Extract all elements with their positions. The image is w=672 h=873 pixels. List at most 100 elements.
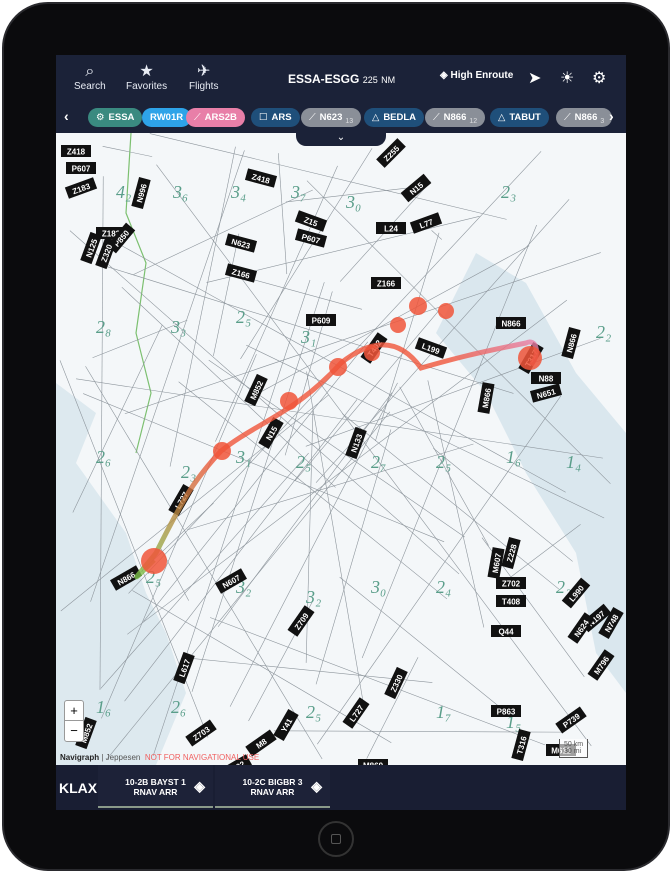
airway-label[interactable]: Z183: [64, 177, 98, 199]
map-canvas[interactable]: 4₂ 3₆ 3₄ 3₇ 3₀ 2₃ 2₈ 3₃ 2₅ 3₁ 2₆ 2₃ 3₁ 2₅ 2₇ 2₅ 1₆ 1₄ 2₅ 3₂…: [56, 132, 626, 810]
route-chip-bedla[interactable]: △ BEDLA: [364, 108, 425, 127]
airway-label[interactable]: Z166: [224, 263, 258, 283]
route-waypoint[interactable]: [213, 442, 231, 460]
airway-label[interactable]: Z709: [287, 605, 315, 637]
route-waypoint[interactable]: [409, 297, 427, 315]
layers-icon[interactable]: ◈: [194, 778, 205, 795]
airway-label[interactable]: Z15: [294, 210, 328, 232]
airway-label[interactable]: Y41: [273, 709, 299, 741]
airway-label[interactable]: N866: [561, 326, 581, 360]
route-waypoint[interactable]: [141, 548, 167, 574]
route-waypoint[interactable]: [364, 345, 380, 361]
route-chip-ars2b[interactable]: ⟋ ARS2B: [186, 108, 245, 127]
airway-label[interactable]: N623: [224, 233, 258, 253]
airway-label[interactable]: Q44: [491, 625, 521, 637]
airway-label[interactable]: N133: [345, 426, 367, 460]
route-title[interactable]: ESSA-ESGG 225 NM: [288, 72, 395, 86]
airway-name: Z166: [377, 280, 396, 289]
route-chip-essa[interactable]: ⚙ ESSA: [88, 108, 143, 127]
airway-label[interactable]: T408: [496, 595, 526, 607]
route-waypoint[interactable]: [438, 303, 454, 319]
sector-altitude-label: 2₃: [501, 182, 516, 202]
sector-altitude-label: 3₇: [290, 182, 306, 202]
airway-label[interactable]: L77: [409, 212, 443, 234]
zoom-in-button[interactable]: +: [65, 701, 83, 721]
airway-label[interactable]: P609: [306, 314, 336, 326]
chip-count: 13: [345, 117, 354, 125]
airway-label[interactable]: Z418: [61, 145, 91, 157]
airway-label[interactable]: M866: [477, 382, 495, 414]
airway-line: [252, 279, 363, 310]
zoom-out-button[interactable]: −: [65, 721, 83, 741]
home-button[interactable]: [318, 821, 354, 857]
route-chip-n866[interactable]: ⟋ N866 12: [425, 108, 486, 127]
layers-icon[interactable]: ◈: [311, 778, 322, 795]
route-waypoint[interactable]: [390, 317, 406, 333]
sector-altitude-label: 3₀: [345, 192, 361, 212]
search-button[interactable]: ⌕ Search: [74, 63, 106, 92]
chart-tab-bayst1[interactable]: 10-2B BAYST 1 RNAV ARR ◈: [98, 765, 213, 808]
airway-label[interactable]: Z703: [185, 719, 217, 747]
airway-line: [506, 524, 581, 581]
enroute-map[interactable]: 4₂ 3₆ 3₄ 3₇ 3₀ 2₃ 2₈ 3₃ 2₅ 3₁ 2₆ 2₃ 3₁ 2₅ 2₇ 2₅ 1₆ 1₄ 2₅ 3₂…: [56, 132, 626, 810]
airway-label[interactable]: P863: [491, 705, 521, 717]
airway-label[interactable]: T316: [511, 728, 531, 762]
airway-label[interactable]: Z166: [371, 277, 401, 289]
airway-line: [366, 657, 419, 759]
route-chip-n866[interactable]: ⟋ N866 3: [556, 108, 613, 127]
airway-label[interactable]: P739: [555, 706, 587, 734]
route-waypoint[interactable]: [518, 346, 542, 370]
sector-altitude-label: 3₄: [230, 182, 246, 202]
airway-label[interactable]: Z418: [244, 168, 278, 188]
route-chip-tabut[interactable]: △ TABUT: [490, 108, 549, 127]
sector-altitude-label: 2₅: [306, 702, 321, 722]
settings-gear-icon[interactable]: ⚙: [592, 68, 606, 88]
chevron-left-icon[interactable]: ‹: [64, 108, 69, 124]
airway-label[interactable]: M607: [487, 547, 505, 579]
airway-name: Q44: [498, 628, 514, 637]
waypoint-type-icon: ⟋: [194, 112, 201, 123]
airway-label[interactable]: Z702: [496, 577, 526, 589]
chip-label: RW01R: [150, 112, 184, 123]
favorites-button[interactable]: ★ Favorites: [126, 63, 167, 92]
airway-label[interactable]: N996: [131, 176, 151, 210]
airway-name: P607: [72, 165, 91, 174]
waypoint-type-icon: ☐: [259, 112, 268, 123]
brightness-icon[interactable]: ☀: [560, 68, 574, 88]
sector-altitude-label: 2₂: [596, 322, 611, 342]
airway-label[interactable]: L24: [376, 222, 406, 234]
chevron-right-icon[interactable]: ›: [609, 108, 614, 124]
route-waypoint[interactable]: [329, 358, 347, 376]
sector-altitude-label: 2₅: [296, 452, 311, 472]
route-chip-n623[interactable]: ⟋ N623 13: [301, 108, 362, 127]
sector-altitude-label: 3₁: [300, 327, 316, 347]
chip-count: 12: [469, 117, 478, 125]
scale-bar: 50 km 30 mi: [559, 739, 589, 758]
location-arrow-icon[interactable]: ➤: [528, 68, 541, 88]
chart-tab-bigbr3[interactable]: 10-2C BIGBR 3 RNAV ARR ◈: [215, 765, 330, 808]
airway-label[interactable]: Z228: [501, 536, 521, 570]
route-chip-ars[interactable]: ☐ ARS: [251, 108, 300, 127]
sector-altitude-label: 1₆: [96, 697, 111, 717]
airway-label[interactable]: N866: [496, 317, 526, 329]
airway-line: [431, 230, 443, 240]
airway-line: [102, 145, 153, 157]
route-bar-toggle[interactable]: ⌄: [296, 132, 386, 146]
airway-line: [229, 382, 398, 707]
airway-name: P863: [497, 708, 516, 717]
waypoint-type-icon: △: [498, 112, 506, 123]
chevron-down-icon: ⌄: [336, 132, 346, 143]
route-chip-rw01r[interactable]: RW01R: [142, 108, 192, 127]
sector-altitude-label: 3₆: [172, 182, 188, 202]
airway-name: T408: [502, 598, 521, 607]
airway-name: M852: [249, 379, 266, 401]
sector-altitude-label: 4₂: [116, 182, 131, 202]
airway-label[interactable]: Z330: [384, 666, 408, 700]
flights-button[interactable]: ✈ Flights: [189, 63, 218, 92]
route-waypoint[interactable]: [280, 392, 298, 410]
airway-label[interactable]: N88: [531, 372, 561, 384]
layer-selector[interactable]: ◈ High Enroute: [440, 70, 513, 81]
chip-count: 3: [600, 117, 605, 125]
airway-label[interactable]: P607: [66, 162, 96, 174]
airport-code[interactable]: KLAX: [59, 780, 97, 796]
